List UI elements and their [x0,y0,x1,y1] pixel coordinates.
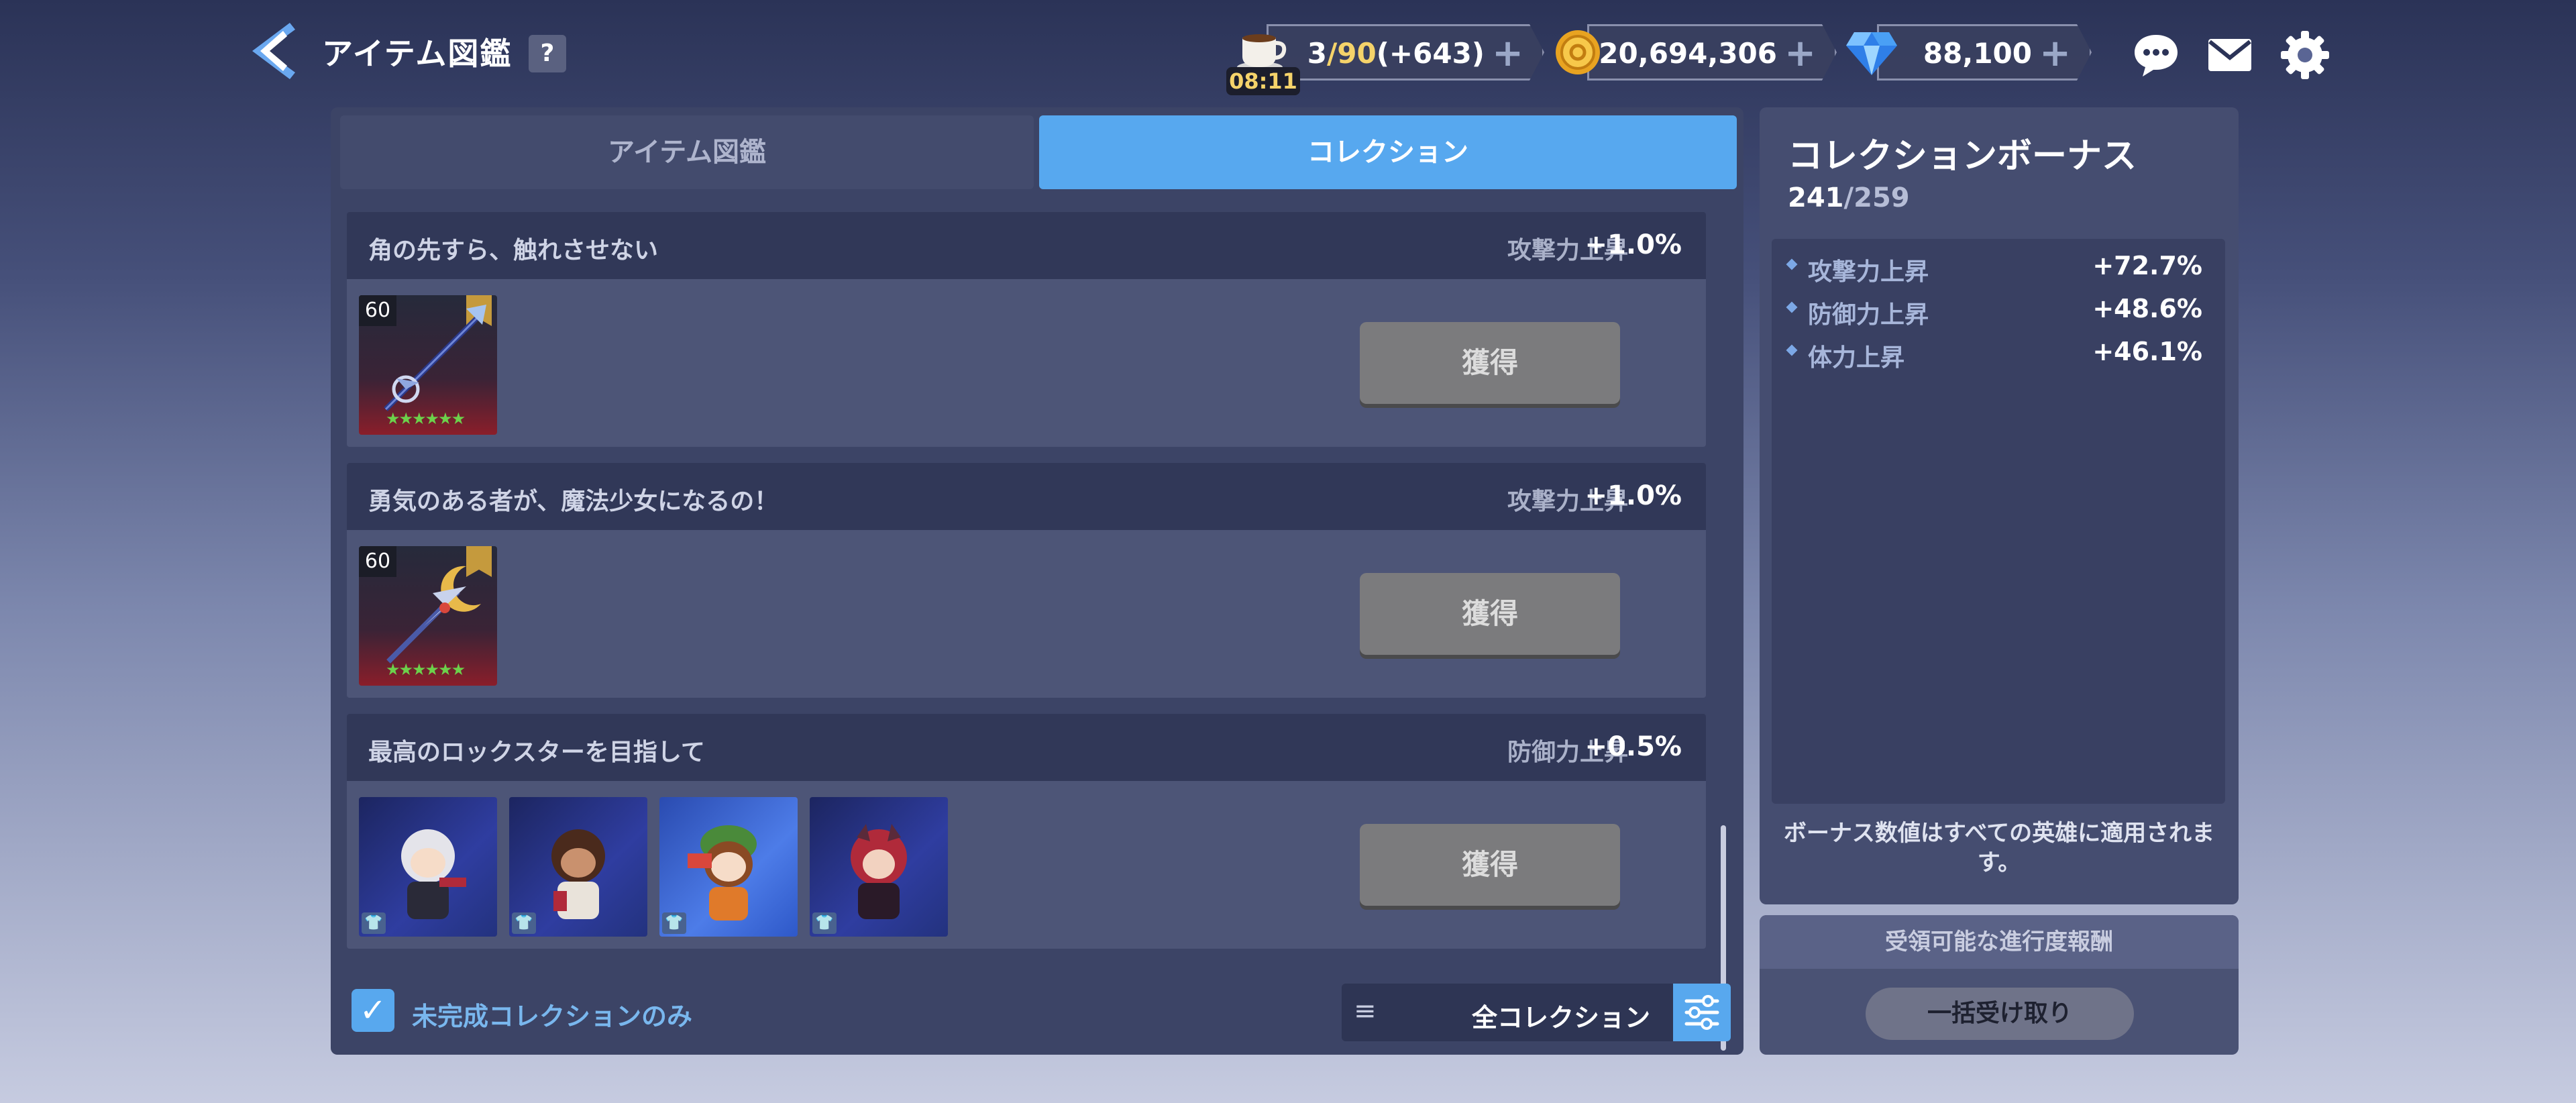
collection-value: +1.0% [1585,480,1682,511]
gold-counter: 120,694,306 + [1587,24,1837,81]
gold-coin-icon [1554,28,1602,76]
costume-icon: 👕 [512,912,536,934]
rarity-stars: ★★★★★★ [386,409,466,428]
rarity-stars: ★★★★★★ [386,660,466,679]
chat-icon[interactable] [2131,30,2182,81]
stamina-timer: 08:11 [1226,67,1300,95]
incomplete-only-label[interactable]: 未完成コレクションのみ [412,996,692,1033]
bonus-count: 241/259 [1788,182,1910,213]
collection-panel: アイテム図鑑 コレクション 角の先すら、触れさせない 攻撃力上昇 +1.0% 6… [331,107,1743,1055]
filter-settings-button[interactable] [1673,984,1731,1041]
bonus-stat-list: 攻撃力上昇 +72.7% 防御力上昇 +48.6% 体力上昇 +46.1% [1772,239,2225,804]
bonus-stat-row: 体力上昇 +46.1% [1786,335,2210,372]
tab-item-encyclopedia[interactable]: アイテム図鑑 [340,115,1034,189]
stamina-plus-button[interactable]: + [1492,32,1523,75]
settings-gear-icon[interactable] [2279,30,2330,81]
obtain-button[interactable]: 獲得 [1360,824,1620,906]
hero-thumbnail[interactable]: 👕 [359,797,497,937]
bonus-title: コレクションボーナス [1788,136,2137,176]
menu-lines-icon: ≡ [1354,996,1377,1027]
collection-title: 角の先すら、触れさせない [368,237,659,264]
collection-card: 角の先すら、触れさせない 攻撃力上昇 +1.0% 60 ★★★★★★ 獲得 [347,212,1706,447]
collection-title: 勇気のある者が、魔法少女になるの！ [368,488,779,515]
stamina-bonus: (+643) [1376,37,1485,70]
claim-all-button[interactable]: 一括受け取り [1866,988,2134,1040]
back-arrow-icon[interactable] [243,17,303,85]
diamond-bullet-icon [1786,258,1798,270]
diamond-icon [1845,27,1898,78]
costume-icon: 👕 [812,912,837,934]
collection-card: 最高のロックスターを目指して 防御力上昇 +0.5% 👕 👕 👕 👕 獲得 [347,714,1706,949]
diamond-bullet-icon [1786,301,1798,313]
collection-value: +0.5% [1585,731,1682,762]
obtain-button[interactable]: 獲得 [1360,573,1620,655]
mail-icon[interactable] [2204,30,2255,81]
gem-counter: 88,100 + [1877,24,2092,81]
filter-label: 全コレクション [1471,1003,1650,1033]
collection-bonus-panel: コレクションボーナス 241/259 攻撃力上昇 +72.7% 防御力上昇 +4… [1760,107,2239,904]
gold-plus-button[interactable]: + [1784,32,1816,75]
stamina-max: /90 [1326,37,1377,70]
item-thumbnail-spear[interactable]: 60 ★★★★★★ [359,295,497,435]
costume-icon: 👕 [362,912,386,934]
hero-thumbnail[interactable]: 👕 [509,797,647,937]
collection-list[interactable]: 角の先すら、触れさせない 攻撃力上昇 +1.0% 60 ★★★★★★ 獲得 勇気… [347,212,1709,1057]
diamond-bullet-icon [1786,344,1798,356]
gem-value: 88,100 [1923,37,2032,70]
item-thumbnail-staff[interactable]: 60 ★★★★★★ [359,546,497,686]
costume-icon: 👕 [662,912,686,934]
gold-value: 120,694,306 [1579,37,1777,70]
page-title: アイテム図鑑 [322,36,513,72]
hero-thumbnail-selected[interactable]: 👕 [659,797,798,937]
bonus-note: ボーナス数値はすべての英雄に適用されます。 [1783,820,2215,876]
progress-reward-header: 受領可能な進行度報酬 [1760,915,2239,969]
collection-value: +1.0% [1585,229,1682,260]
bonus-stat-row: 攻撃力上昇 +72.7% [1786,250,2210,286]
collection-filter-dropdown[interactable]: ≡ 全コレクション [1342,984,1731,1041]
bonus-stat-row: 防御力上昇 +48.6% [1786,293,2210,329]
stamina-counter: 3/90(+643) + [1267,24,1544,81]
hero-thumbnail[interactable]: 👕 [810,797,948,937]
help-button[interactable]: ? [529,35,566,72]
obtain-button[interactable]: 獲得 [1360,322,1620,404]
progress-reward-panel: 受領可能な進行度報酬 一括受け取り [1760,915,2239,1055]
gem-plus-button[interactable]: + [2039,32,2071,75]
collection-card: 勇気のある者が、魔法少女になるの！ 攻撃力上昇 +1.0% 60 ★★★★★★ … [347,463,1706,698]
incomplete-only-checkbox[interactable]: ✓ [352,989,394,1032]
stamina-current: 3 [1307,37,1327,70]
collection-title: 最高のロックスターを目指して [368,739,705,766]
tab-collection[interactable]: コレクション [1039,115,1737,189]
sliders-icon [1684,995,1719,1030]
